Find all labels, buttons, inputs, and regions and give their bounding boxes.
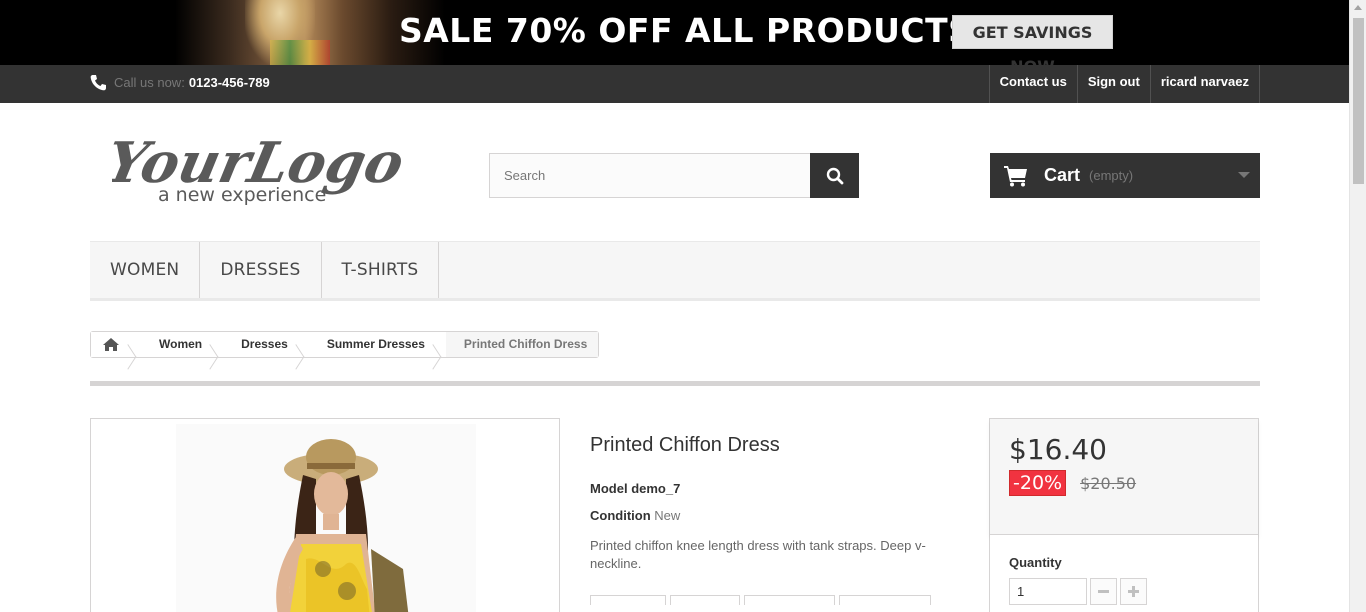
model-value: demo_7 — [631, 481, 681, 496]
phone-number: 0123-456-789 — [188, 75, 270, 90]
breadcrumb-separator — [131, 332, 141, 357]
call-us-label: Call us now: — [114, 75, 185, 90]
breadcrumb-dresses[interactable]: Dresses — [223, 332, 299, 357]
cart-label: Cart — [1044, 165, 1081, 185]
search-icon — [826, 167, 843, 184]
search-input[interactable] — [489, 153, 810, 198]
quantity-increase-button[interactable] — [1120, 578, 1147, 605]
buy-box: $16.40 -20% $20.50 Quantity — [989, 418, 1259, 612]
social-share-buttons — [590, 595, 950, 605]
old-price: $20.50 — [1080, 473, 1137, 493]
chevron-down-icon — [1238, 172, 1250, 178]
banner-sale-text: SALE 70% OFF ALL PRODUCTS — [399, 11, 973, 50]
product-model: Model demo_7 — [590, 481, 950, 496]
condition-label: Condition — [590, 508, 651, 523]
breadcrumb-separator — [299, 332, 309, 357]
breadcrumb-current: Printed Chiffon Dress — [445, 332, 599, 357]
section-divider — [90, 381, 1260, 386]
product-title: Printed Chiffon Dress — [590, 434, 780, 456]
scroll-up-icon[interactable] — [1354, 5, 1362, 10]
quantity-decrease-button[interactable] — [1090, 578, 1117, 605]
price-area: $16.40 -20% $20.50 — [990, 419, 1258, 535]
quantity-area: Quantity — [990, 535, 1258, 612]
home-icon — [103, 338, 119, 351]
contact-us-link[interactable]: Contact us — [988, 65, 1077, 103]
quantity-label: Quantity — [1009, 555, 1062, 570]
product-description: Printed chiffon knee length dress with t… — [590, 538, 926, 571]
logo-graphic: YourLogo a new experience — [100, 131, 410, 206]
search-button[interactable] — [810, 153, 859, 198]
account-name-link[interactable]: ricard narvaez — [1149, 65, 1260, 103]
top-nav-bar: Call us now: 0123-456-789 Contact us Sig… — [0, 65, 1349, 103]
menu-item-dresses[interactable]: DRESSES — [200, 242, 322, 298]
minus-icon — [1098, 590, 1109, 593]
plus-icon — [1128, 586, 1139, 597]
sign-out-link[interactable]: Sign out — [1076, 65, 1150, 103]
scrollbar-thumb[interactable] — [1353, 18, 1364, 184]
phone-icon — [90, 75, 106, 91]
product-price: $16.40 — [1009, 433, 1107, 466]
share-button-3[interactable] — [744, 595, 835, 605]
cart-icon — [1004, 165, 1027, 186]
quantity-input[interactable] — [1009, 578, 1087, 605]
breadcrumb-summer-dresses[interactable]: Summer Dresses — [309, 332, 436, 357]
svg-text:a new experience: a new experience — [158, 184, 326, 206]
search-bar — [489, 153, 859, 198]
account-links: Contact us Sign out ricard narvaez — [988, 65, 1260, 103]
menu-item-women[interactable]: WOMEN — [90, 242, 201, 298]
cart-button[interactable]: Cart (empty) — [990, 153, 1260, 198]
discount-row: -20% $20.50 — [1009, 470, 1239, 496]
phone-contact: Call us now: 0123-456-789 — [90, 74, 270, 91]
share-button-2[interactable] — [670, 595, 740, 605]
discount-badge: -20% — [1009, 470, 1067, 496]
promo-banner[interactable]: SALE 70% OFF ALL PRODUCTS GET SAVINGS NO… — [0, 0, 1349, 65]
condition-value: New — [654, 508, 681, 523]
product-photo — [176, 424, 476, 612]
site-logo[interactable]: YourLogo a new experience — [100, 120, 410, 210]
breadcrumb-separator — [213, 332, 223, 357]
page-scrollbar[interactable] — [1349, 0, 1366, 612]
main-menu: WOMEN DRESSES T-SHIRTS — [90, 241, 1260, 301]
breadcrumb-women[interactable]: Women — [141, 332, 213, 357]
breadcrumb-separator — [436, 332, 446, 357]
quantity-stepper — [1009, 578, 1239, 605]
product-info: Printed Chiffon Dress Model demo_7 Condi… — [590, 434, 950, 605]
get-savings-button[interactable]: GET SAVINGS NOW — [952, 15, 1113, 65]
product-condition: Condition New — [590, 508, 950, 523]
share-button-4[interactable] — [839, 595, 931, 605]
share-button-1[interactable] — [590, 595, 666, 605]
model-label: Model — [590, 481, 628, 496]
breadcrumb: Women Dresses Summer Dresses Printed Chi… — [90, 331, 600, 358]
cart-status: (empty) — [1089, 168, 1134, 183]
menu-item-t-shirts[interactable]: T-SHIRTS — [322, 242, 440, 298]
product-image[interactable] — [90, 418, 560, 612]
